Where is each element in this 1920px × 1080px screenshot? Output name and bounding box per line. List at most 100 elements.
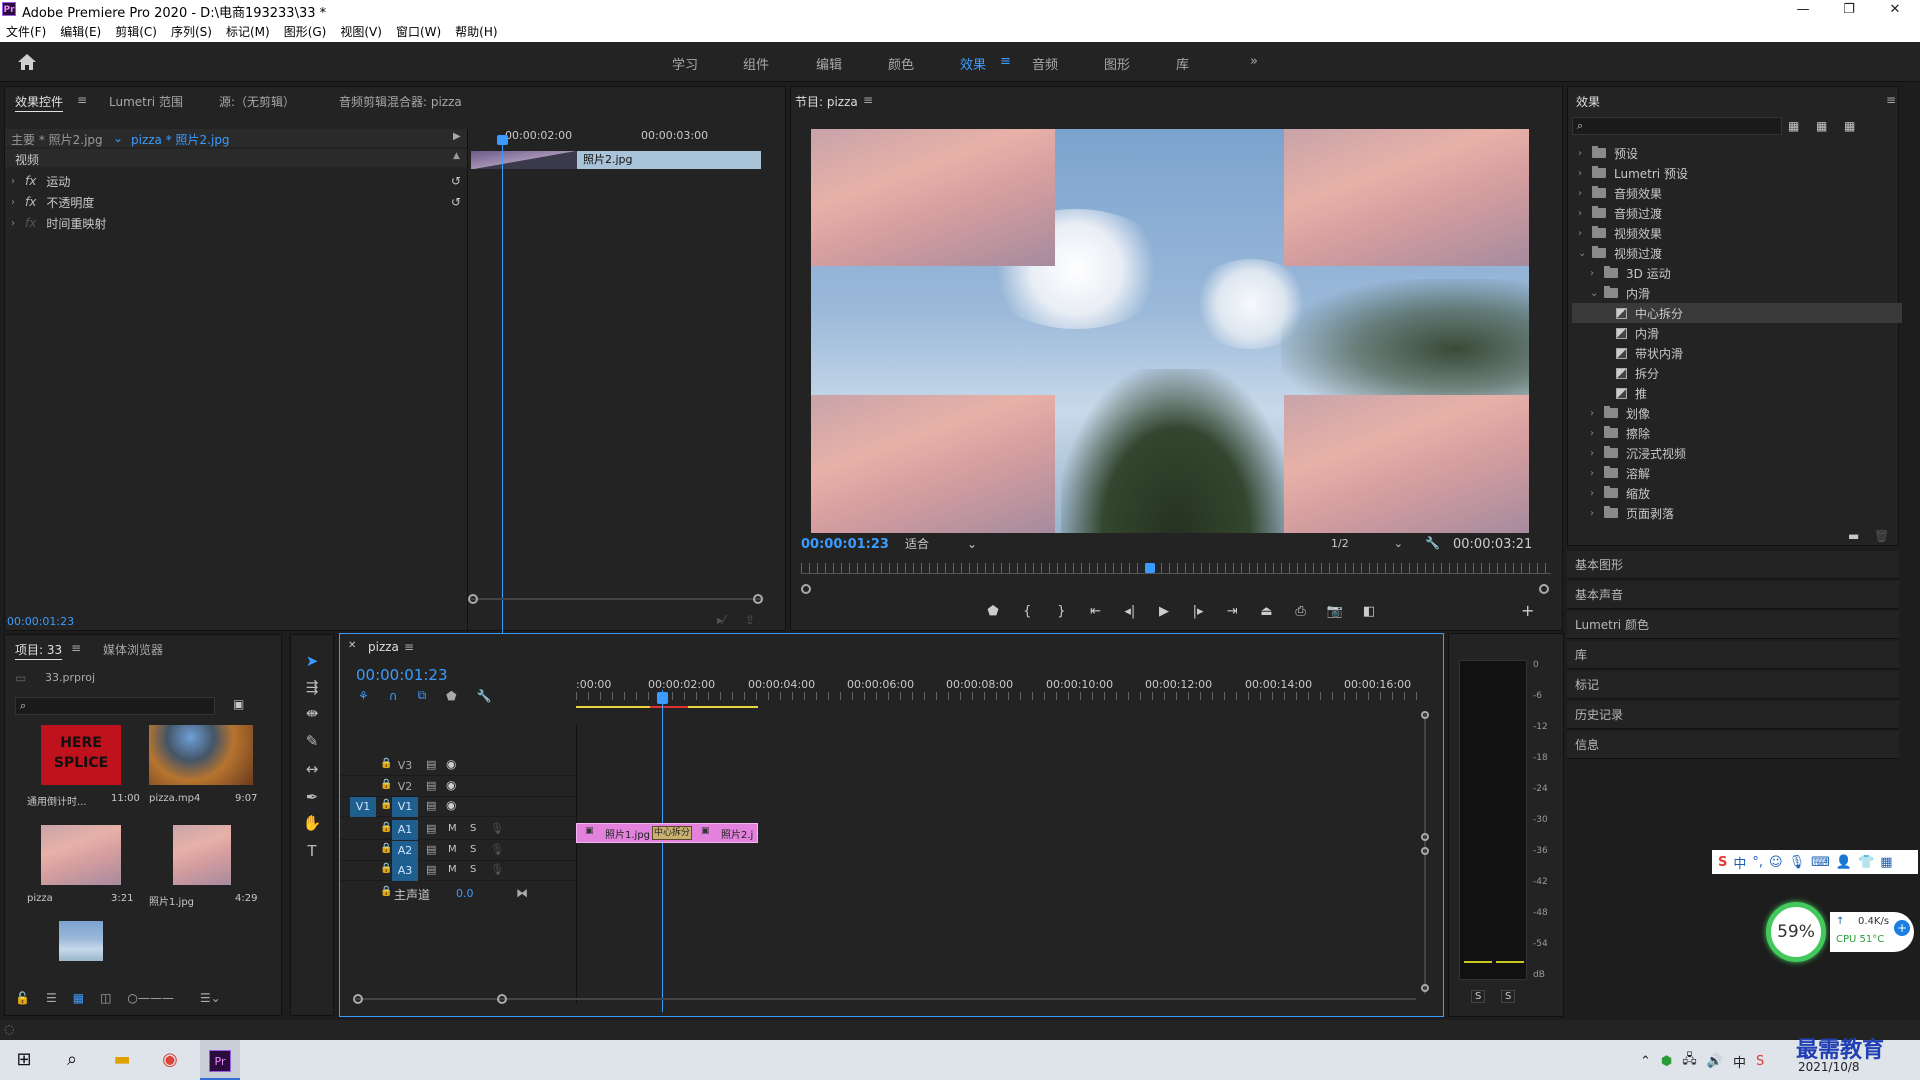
nest-icon[interactable]: ⚘ [358, 689, 369, 703]
thumb-countdown[interactable]: HERE SPLICE [41, 725, 121, 785]
effect-row-time-remap[interactable]: › fx 时间重映射 [11, 213, 467, 233]
h-scroll-handle[interactable] [353, 994, 363, 1004]
v-scroll-handle[interactable] [1421, 833, 1429, 841]
chevron-right-icon[interactable]: › [1590, 468, 1600, 479]
fit-dropdown[interactable]: 适合 ⌄ [905, 535, 981, 553]
zoom-handle-right[interactable] [1539, 584, 1549, 594]
effects-tree-item[interactable]: › 缩放 [1572, 483, 1902, 503]
lock-icon[interactable]: 🔓 [15, 991, 30, 1005]
button-editor-plus-icon[interactable]: + [1521, 601, 1534, 620]
more-workspaces-icon[interactable]: » [1250, 54, 1258, 69]
chevron-down-icon[interactable]: ⌄ [1590, 288, 1600, 299]
workspace-learn[interactable]: 学习 [672, 54, 698, 73]
chevron-right-icon[interactable]: › [1578, 228, 1588, 239]
effects-tree-item[interactable]: › 溶解 [1572, 463, 1902, 483]
effects-tree-item[interactable]: 内滑 [1572, 323, 1902, 343]
menu-clip[interactable]: 剪辑(C) [115, 23, 157, 40]
panel-markers[interactable]: 标记 [1567, 671, 1899, 699]
chevron-right-icon[interactable]: › [1578, 188, 1588, 199]
chevron-right-icon[interactable]: › [1590, 428, 1600, 439]
workspace-menu-icon[interactable]: ≡ [1000, 54, 1011, 69]
add-marker-icon[interactable]: ⬟ [446, 689, 456, 703]
track-target-button[interactable]: A3 [392, 861, 418, 881]
panel-libraries[interactable]: 库 [1567, 641, 1899, 669]
thumb-pizza-sequence[interactable] [41, 825, 121, 885]
quality-dropdown[interactable]: 1/2 ⌄ [1331, 535, 1407, 553]
zoom-handle-left[interactable] [801, 584, 811, 594]
eye-icon[interactable]: ◉ [446, 798, 456, 812]
linked-selection-icon[interactable]: ⧉ [418, 688, 427, 703]
track-select-tool-icon[interactable]: ⇶ [300, 676, 324, 698]
dropdown-chevron-icon[interactable]: ⌄ [113, 131, 123, 145]
track-target-button[interactable]: A1 [392, 820, 418, 840]
v-scroll-handle[interactable] [1421, 711, 1429, 719]
premiere-taskbar-icon[interactable]: Pr [200, 1040, 240, 1080]
keyboard-icon[interactable]: ⌨ [1811, 855, 1830, 870]
lock-icon[interactable]: 🔒 [380, 758, 392, 769]
search-icon[interactable]: ⌕ [52, 1040, 92, 1080]
transition-region[interactable] [471, 151, 577, 169]
tab-effect-controls[interactable]: 效果控件 [15, 93, 63, 110]
chevron-right-icon[interactable]: › [1590, 268, 1600, 279]
panel-info[interactable]: 信息 [1567, 731, 1899, 759]
mini-clip-bar[interactable]: 照片2.jpg [577, 151, 761, 169]
step-back-icon[interactable]: ◂| [1118, 604, 1142, 619]
solo-button[interactable]: S [470, 844, 476, 855]
play-icon[interactable]: ▶ [1152, 604, 1176, 619]
sort-icon[interactable]: ☰⌄ [200, 991, 221, 1005]
microphone-icon[interactable]: 🎙 [490, 843, 504, 856]
video-frame[interactable] [811, 129, 1529, 533]
menu-graphics[interactable]: 图形(G) [284, 23, 327, 40]
slip-tool-icon[interactable]: ↔ [300, 758, 324, 780]
close-button[interactable]: ✕ [1872, 0, 1918, 20]
effects-tree-item[interactable]: › 音频过渡 [1572, 203, 1902, 223]
effects-tree-item[interactable]: 拆分 [1572, 363, 1902, 383]
32bit-effects-icon[interactable]: ▦ [1816, 119, 1827, 133]
effect-row-opacity[interactable]: › fx 不透明度 ↺ [11, 192, 467, 212]
close-tab-icon[interactable]: ✕ [348, 640, 356, 651]
add-marker-icon[interactable]: ⬟ [981, 604, 1005, 619]
solo-right-button[interactable]: S [1501, 990, 1516, 1003]
thumb-photo2[interactable] [59, 921, 103, 961]
panel-menu-icon[interactable]: ≡ [1886, 93, 1896, 107]
razor-tool-icon[interactable]: ✎ [300, 730, 324, 752]
home-icon[interactable] [16, 52, 38, 72]
panel-lumetri-color[interactable]: Lumetri 颜色 [1567, 611, 1899, 639]
minimize-button[interactable]: — [1780, 0, 1826, 20]
effects-tree-item[interactable]: › 划像 [1572, 403, 1902, 423]
tab-media-browser[interactable]: 媒体浏览器 [103, 641, 163, 658]
sync-lock-icon[interactable]: ▤ [426, 843, 436, 856]
filter-icon[interactable]: ▸⁄ [717, 613, 725, 627]
extract-icon[interactable]: ⎙ [1289, 604, 1313, 619]
scroll-handle-left[interactable] [468, 594, 478, 604]
menu-sequence[interactable]: 序列(S) [171, 23, 212, 40]
eye-icon[interactable]: ◉ [446, 778, 456, 792]
pen-tool-icon[interactable]: ✒ [300, 786, 324, 808]
effects-tree-item[interactable]: 推 [1572, 383, 1902, 403]
program-playhead[interactable] [1145, 563, 1155, 573]
v-scroll-handle[interactable] [1421, 847, 1429, 855]
chevron-down-icon[interactable]: ⌄ [1578, 248, 1588, 259]
accelerated-effects-icon[interactable]: ▦ [1788, 119, 1799, 133]
export-icon[interactable]: ⇪ [745, 613, 755, 627]
expand-chevron-icon[interactable]: › [11, 176, 21, 187]
v-scroll-handle[interactable] [1421, 984, 1429, 992]
step-forward-icon[interactable]: |▸ [1186, 604, 1210, 619]
chevron-right-icon[interactable]: › [1578, 168, 1588, 179]
horizontal-scrollbar[interactable] [356, 998, 1416, 1000]
go-to-next-icon[interactable]: ⧓ [516, 886, 528, 900]
icon-view-icon[interactable]: ▦ [73, 991, 84, 1005]
delete-icon[interactable]: 🗑 [1874, 529, 1889, 543]
tray-expand-icon[interactable]: ⌃ [1640, 1054, 1651, 1069]
program-timecode[interactable]: 00:00:01:23 [801, 537, 889, 552]
expand-chevron-icon[interactable]: › [11, 218, 21, 229]
solo-left-button[interactable]: S [1471, 990, 1486, 1003]
playhead-handle[interactable] [497, 135, 508, 145]
menu-file[interactable]: 文件(F) [6, 23, 46, 40]
panel-menu-icon[interactable]: ≡ [71, 641, 81, 655]
thumb-photo1[interactable] [173, 825, 231, 885]
sync-lock-icon[interactable]: ▤ [426, 799, 436, 812]
panel-essential-graphics[interactable]: 基本图形 [1567, 551, 1899, 579]
file-explorer-icon[interactable]: ▬ [102, 1040, 142, 1080]
workspace-assembly[interactable]: 组件 [743, 54, 769, 73]
